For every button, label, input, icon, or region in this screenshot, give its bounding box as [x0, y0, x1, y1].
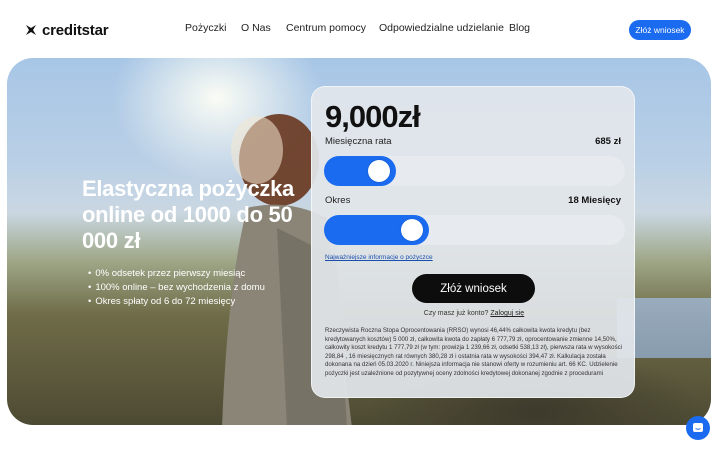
nav-item-pozyczki[interactable]: Pożyczki — [185, 22, 226, 34]
loan-amount: 9,000zł — [325, 99, 421, 134]
login-link[interactable]: Zaloguj się — [490, 310, 524, 317]
chat-icon — [693, 423, 703, 432]
nav-item-centrum-pomocy[interactable]: Centrum pomocy — [286, 22, 366, 34]
period-value: 18 Miesięcy — [568, 195, 621, 206]
period-slider[interactable] — [324, 215, 625, 245]
benefit-item: Okres spłaty od 6 do 72 miesięcy — [88, 295, 265, 309]
apply-top-button[interactable]: Złóż wniosek — [629, 20, 691, 40]
hero-title: Elastyczna pożyczka online od 1000 do 50… — [82, 176, 294, 253]
login-prompt: Czy masz już konto? Zaloguj się — [312, 310, 636, 317]
monthly-rate-value: 685 zł — [595, 136, 621, 147]
period-slider-handle[interactable] — [401, 219, 423, 241]
nav-item-o-nas[interactable]: O Nas — [241, 22, 271, 34]
login-prompt-text: Czy masz już konto? — [423, 310, 489, 317]
main-nav: Pożyczki O Nas Centrum pomocy Odpowiedzi… — [0, 22, 720, 38]
loan-info-link[interactable]: Najważniejsze informacje o pożyczce — [325, 254, 433, 261]
nav-item-blog[interactable]: Blog — [509, 22, 530, 34]
benefit-item: 0% odsetek przez pierwszy miesiąc — [88, 267, 265, 281]
apply-button[interactable]: Złóż wniosek — [412, 274, 535, 303]
chat-button[interactable] — [686, 416, 710, 440]
hero-benefits: 0% odsetek przez pierwszy miesiąc 100% o… — [88, 267, 265, 309]
rrso-disclaimer: Rzeczywista Roczna Stopa Oprocentowania … — [325, 327, 623, 377]
period-label: Okres — [325, 195, 351, 206]
amount-slider-handle[interactable] — [368, 160, 390, 182]
nav-item-odpowiedzialne[interactable]: Odpowiedzialne udzielanie — [379, 22, 504, 34]
monthly-rate-label: Miesięczna rata — [325, 136, 392, 147]
loan-calculator: 9,000zł Miesięczna rata 685 zł Okres 18 … — [311, 86, 635, 398]
benefit-item: 100% online – bez wychodzenia z domu — [88, 281, 265, 295]
amount-slider[interactable] — [324, 156, 625, 186]
site-header: creditstar Pożyczki O Nas Centrum pomocy… — [0, 0, 720, 58]
